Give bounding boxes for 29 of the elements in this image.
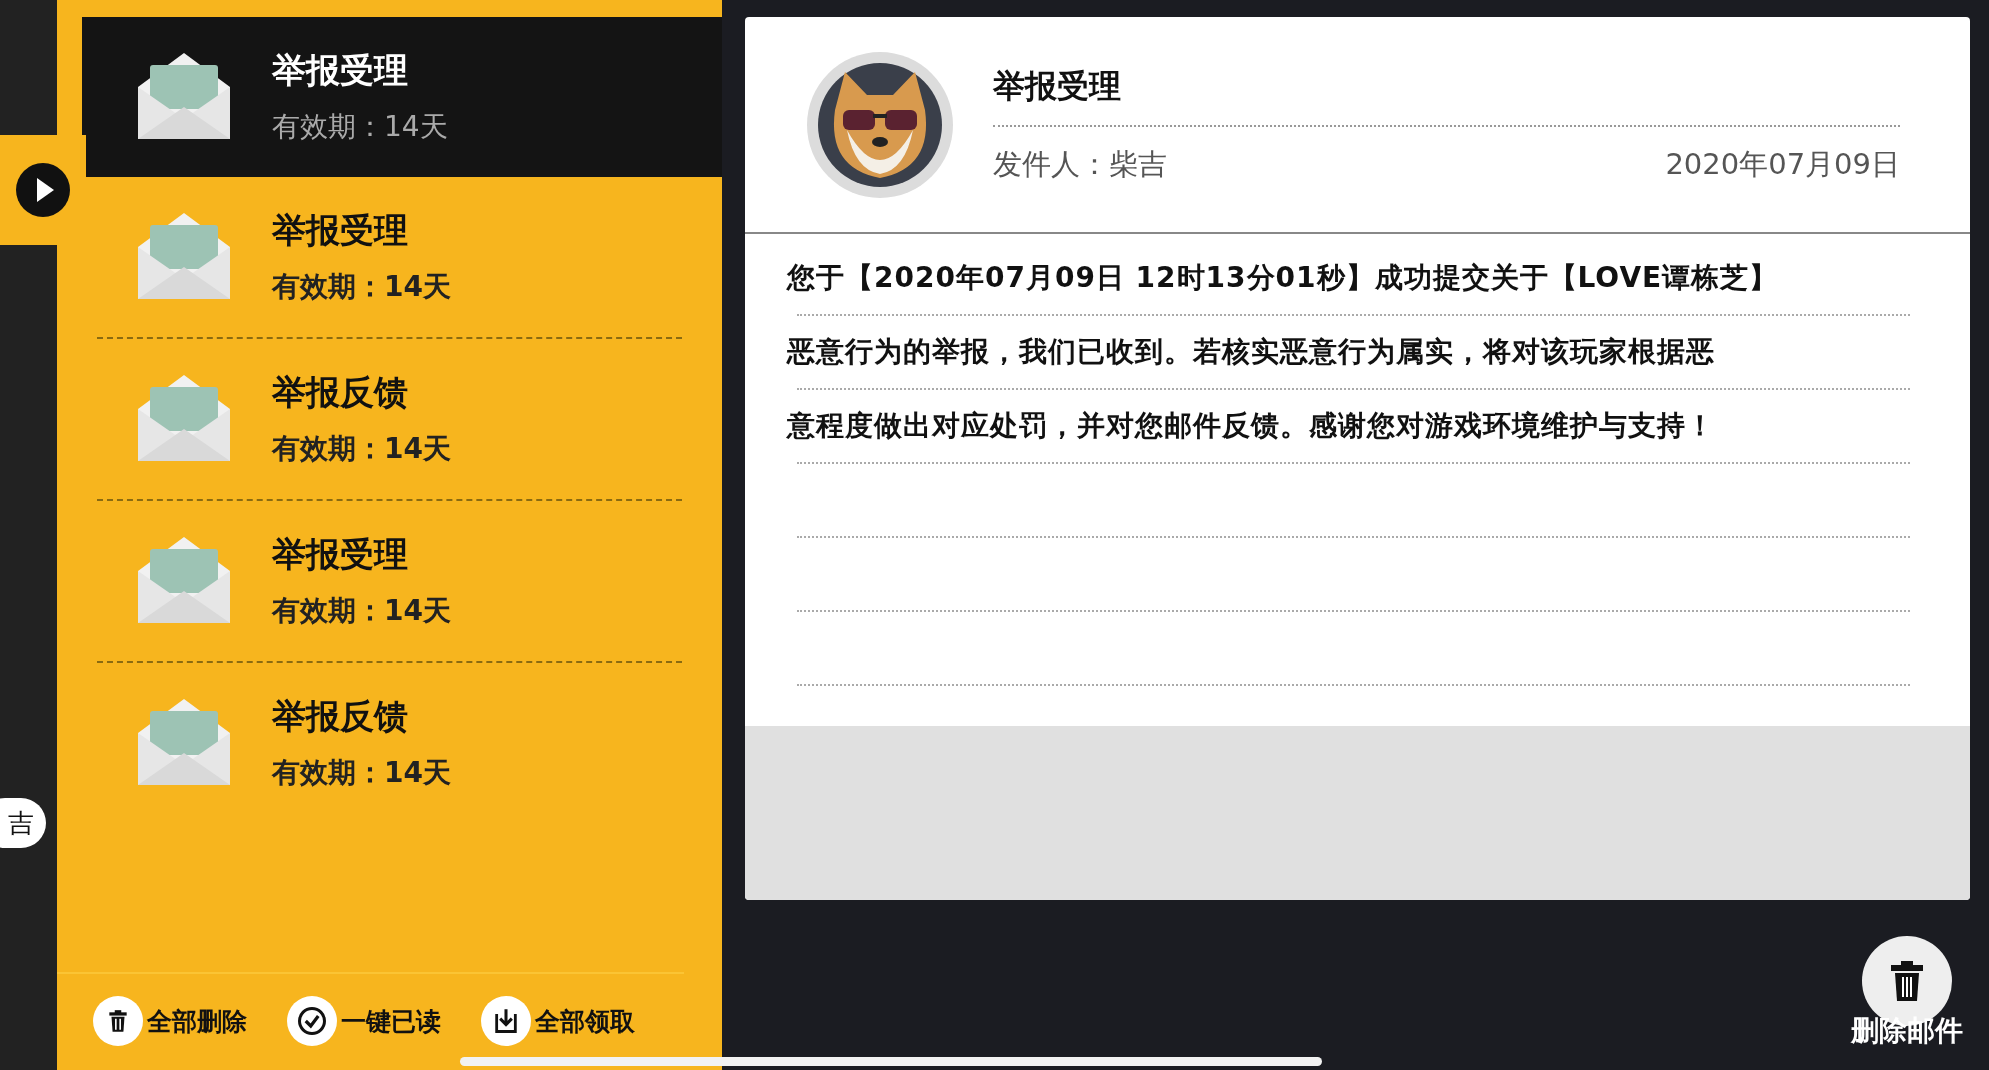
mail-item[interactable]: 举报反馈 有效期：14天 [82, 663, 722, 823]
play-icon [16, 163, 70, 217]
mail-title: 举报受理 [272, 49, 409, 92]
mail-validity: 有效期：14天 [272, 431, 451, 467]
delete-all-button[interactable]: 全部删除 [93, 996, 247, 1046]
download-icon [492, 1007, 520, 1035]
mail-subject: 举报受理 [993, 64, 1900, 127]
mail-title: 举报受理 [272, 209, 409, 252]
side-tab[interactable]: 吉 [0, 798, 46, 848]
mark-all-read-button[interactable]: 一键已读 [287, 996, 441, 1046]
sender-label: 发件人：柴吉 [993, 145, 1167, 183]
mail-validity: 有效期：14天 [272, 593, 451, 629]
claim-all-button[interactable]: 全部领取 [481, 996, 635, 1046]
mail-title: 举报反馈 [272, 695, 409, 738]
mail-title: 举报受理 [272, 533, 409, 576]
check-circle-icon [297, 1006, 327, 1036]
mail-item[interactable]: 举报反馈 有效期：14天 [82, 339, 722, 499]
mail-item[interactable]: 举报受理 有效期：14天 [82, 17, 722, 177]
play-tab[interactable] [0, 135, 86, 245]
mail-validity: 有效期：14天 [272, 109, 448, 145]
mail-body-line: 意程度做出对应处罚，并对您邮件反馈。感谢您对游戏环境维护与支持！ [787, 408, 1715, 444]
mail-body-line: 恶意行为的举报，我们已收到。若核实恶意行为属实，将对该玩家根据恶 [787, 334, 1715, 370]
mail-body-line: 您于【2020年07月09日 12时13分01秒】成功提交关于【LOVE谭栋芝】 [787, 260, 1779, 296]
mail-item[interactable]: 举报受理 有效期：14天 [82, 501, 722, 661]
mail-validity: 有效期：14天 [272, 269, 451, 305]
mail-validity: 有效期：14天 [272, 755, 451, 791]
mail-date: 2020年07月09日 [1665, 145, 1900, 183]
mail-item[interactable]: 举报受理 有效期：14天 [82, 177, 722, 337]
mail-title: 举报反馈 [272, 371, 409, 414]
